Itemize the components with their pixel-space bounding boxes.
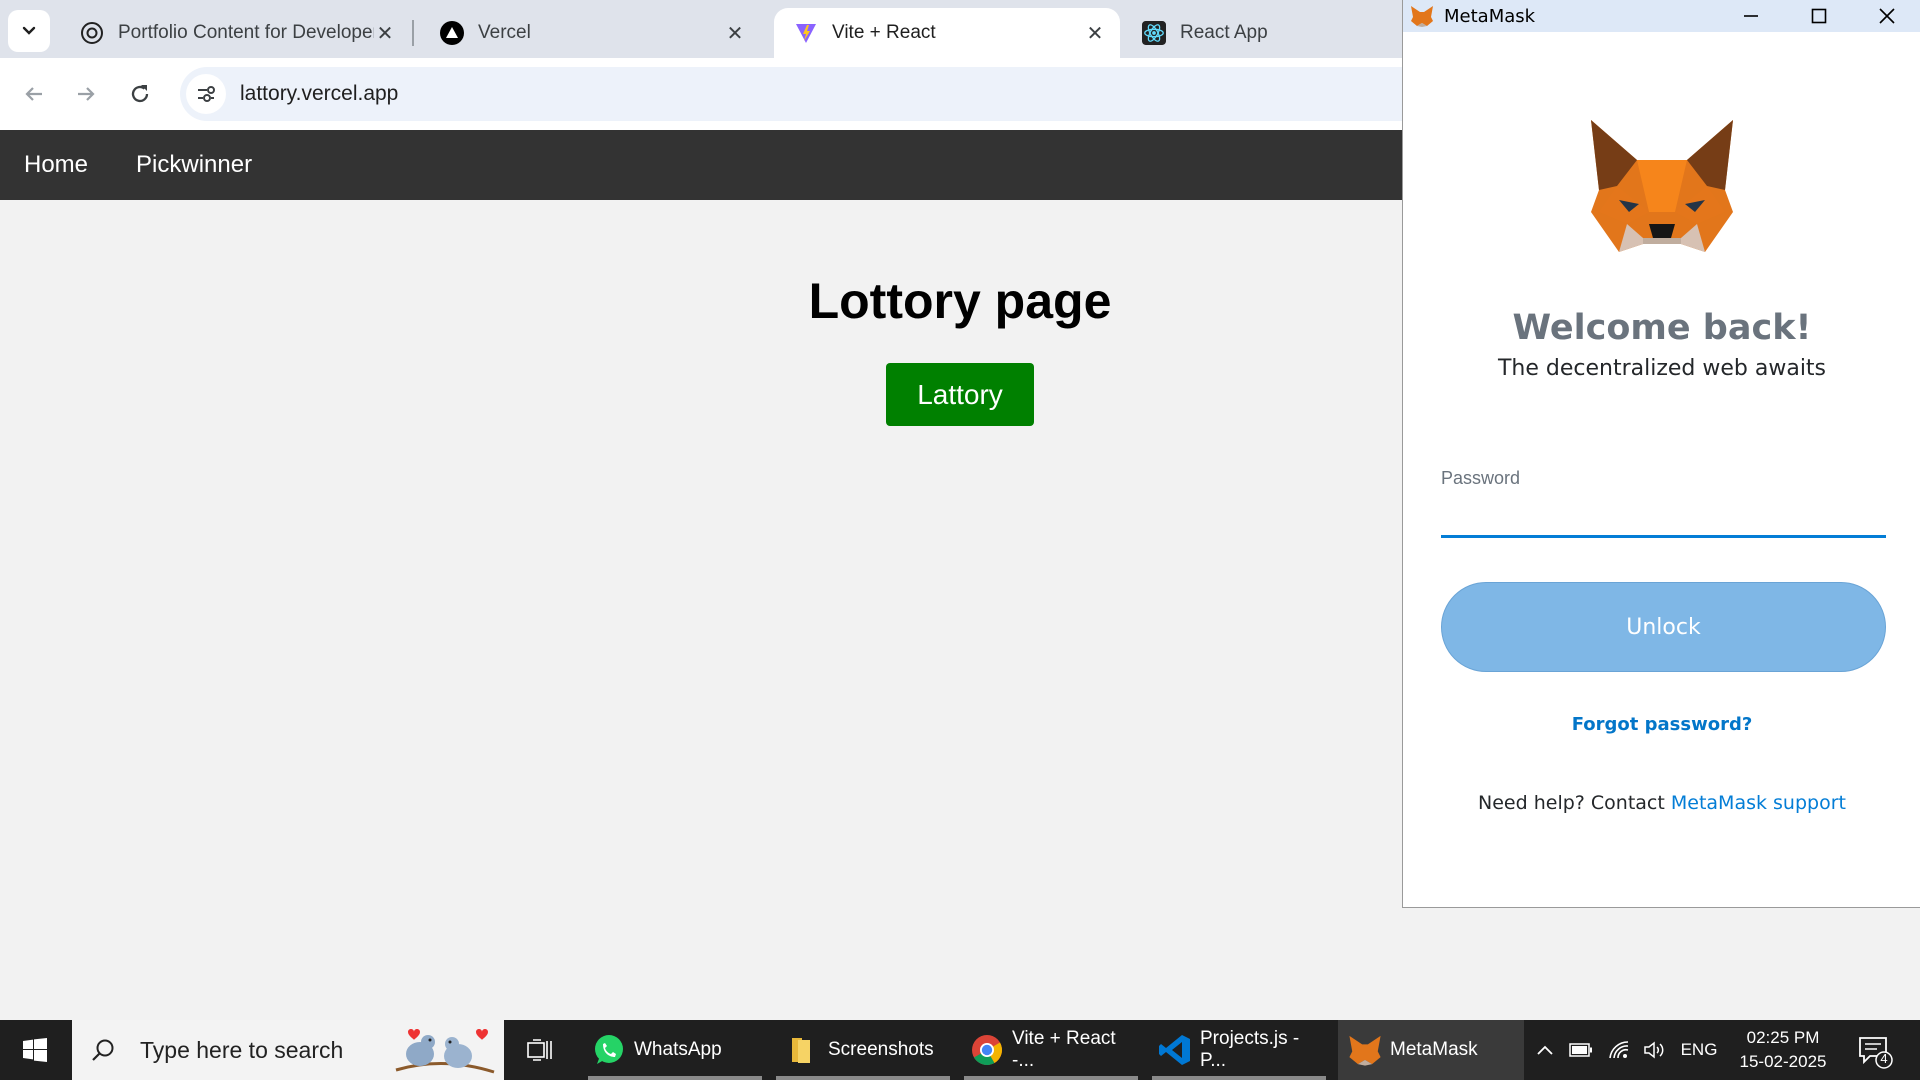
reload-button[interactable] xyxy=(118,72,162,116)
help-text: Need help? Contact MetaMask support xyxy=(1403,792,1920,814)
site-info-icon[interactable] xyxy=(186,74,226,114)
metamask-fox-logo xyxy=(1591,120,1733,252)
window-close-button[interactable] xyxy=(1853,0,1920,32)
running-indicator xyxy=(964,1076,1138,1080)
language-indicator[interactable]: ENG xyxy=(1676,1020,1722,1080)
whatsapp-icon xyxy=(592,1033,626,1067)
page-title: Lottory page xyxy=(808,273,1112,329)
windows-icon xyxy=(23,1038,47,1062)
welcome-tagline: The decentralized web awaits xyxy=(1497,356,1827,381)
nav-link-home[interactable]: Home xyxy=(24,151,88,179)
close-icon[interactable]: ✕ xyxy=(1084,22,1106,45)
arrow-right-icon xyxy=(78,87,95,101)
password-label: Password xyxy=(1441,468,1521,488)
url-text: lattory.vercel.app xyxy=(240,82,399,105)
search-placeholder: Type here to search xyxy=(140,1036,344,1063)
clock-time: 02:25 PM xyxy=(1746,1028,1820,1047)
metamask-icon xyxy=(1411,6,1433,27)
taskbar-app-screenshots[interactable]: Screenshots xyxy=(776,1020,950,1080)
network-status[interactable] xyxy=(1604,1020,1634,1080)
tab-portfolio[interactable]: Portfolio Content for Developer ✕ xyxy=(60,8,410,58)
taskbar-app-metamask[interactable]: MetaMask xyxy=(1338,1020,1524,1080)
start-button[interactable] xyxy=(0,1020,70,1080)
taskbar-search[interactable]: Type here to search xyxy=(72,1020,504,1080)
tab-vite-react[interactable]: Vite + React ✕ xyxy=(774,8,1120,58)
task-view-button[interactable] xyxy=(520,1020,560,1080)
openai-icon xyxy=(80,21,104,45)
taskbar-app-label: Vite + React -... xyxy=(1012,1028,1116,1071)
notification-center-button[interactable]: 4 xyxy=(1854,1030,1894,1070)
support-link[interactable]: MetaMask support xyxy=(1671,792,1846,814)
minimize-icon xyxy=(1744,15,1758,17)
birds-doodle-icon xyxy=(395,1029,495,1074)
tab-title: Vercel xyxy=(478,22,531,43)
taskbar-app-whatsapp[interactable]: WhatsApp xyxy=(588,1020,762,1080)
tab-title: Portfolio Content for Developer xyxy=(118,22,374,43)
running-indicator xyxy=(776,1076,950,1080)
notification-count: 4 xyxy=(1880,1051,1888,1066)
running-indicator xyxy=(588,1076,762,1080)
lattory-button[interactable]: Lattory xyxy=(886,363,1034,426)
metamask-icon xyxy=(1348,1033,1382,1067)
tab-search-button[interactable] xyxy=(8,10,50,52)
battery-status[interactable] xyxy=(1566,1020,1596,1080)
show-hidden-icons-button[interactable] xyxy=(1530,1020,1560,1080)
unlock-button[interactable]: Unlock xyxy=(1441,582,1886,672)
task-view-icon xyxy=(527,1039,552,1061)
folder-icon xyxy=(786,1033,820,1067)
taskbar-app-vscode[interactable]: Projects.js - P... xyxy=(1152,1020,1326,1080)
close-icon[interactable]: ✕ xyxy=(374,22,396,45)
chrome-icon xyxy=(970,1033,1004,1067)
clock-date: 15-02-2025 xyxy=(1739,1052,1827,1071)
speaker-icon xyxy=(1644,1041,1664,1059)
taskbar-app-label: Projects.js - P... xyxy=(1200,1028,1300,1071)
battery-icon xyxy=(1569,1043,1592,1057)
maximize-icon xyxy=(1811,8,1827,24)
reload-icon xyxy=(131,85,149,103)
back-button[interactable] xyxy=(12,72,56,116)
tab-vercel[interactable]: Vercel ✕ xyxy=(420,8,760,58)
react-icon xyxy=(1142,21,1166,45)
taskbar-app-label: Screenshots xyxy=(828,1039,934,1060)
window-title: MetaMask xyxy=(1444,5,1536,27)
forgot-password-link[interactable]: Forgot password? xyxy=(1403,714,1920,735)
taskbar-app-label: MetaMask xyxy=(1390,1039,1478,1060)
tab-title: Vite + React xyxy=(832,22,936,43)
help-prefix: Need help? Contact xyxy=(1478,792,1671,814)
vscode-icon xyxy=(1158,1033,1192,1067)
nav-link-pickwinner[interactable]: Pickwinner xyxy=(136,151,252,179)
welcome-heading: Welcome back! xyxy=(1512,308,1812,348)
vite-icon xyxy=(794,21,818,45)
maximize-button[interactable] xyxy=(1785,0,1853,32)
chevron-down-icon xyxy=(22,26,36,35)
chevron-up-icon xyxy=(1537,1045,1553,1055)
running-indicator xyxy=(1152,1076,1326,1080)
taskbar-app-label: WhatsApp xyxy=(634,1039,722,1060)
search-icon xyxy=(92,1039,114,1061)
taskbar-app-chrome[interactable]: Vite + React -... xyxy=(964,1020,1138,1080)
close-icon[interactable]: ✕ xyxy=(724,22,746,45)
tab-title: React App xyxy=(1180,22,1268,43)
minimize-button[interactable] xyxy=(1717,0,1785,32)
forward-button[interactable] xyxy=(64,72,108,116)
metamask-window: MetaMask Welcome back! The decentralized… xyxy=(1402,0,1920,908)
wifi-icon xyxy=(1609,1041,1629,1059)
vercel-icon xyxy=(440,21,464,45)
taskbar-clock[interactable]: 02:25 PM 15-02-2025 xyxy=(1738,1026,1828,1074)
close-icon xyxy=(1879,8,1895,24)
taskbar: Type here to search WhatsApp Screenshots xyxy=(0,1020,1920,1080)
arrow-left-icon xyxy=(25,87,42,101)
tab-react-app[interactable]: React App xyxy=(1122,8,1402,58)
metamask-titlebar: MetaMask xyxy=(1403,0,1920,32)
volume-control[interactable] xyxy=(1640,1020,1670,1080)
tab-separator xyxy=(412,20,414,46)
password-field[interactable] xyxy=(1441,500,1886,538)
